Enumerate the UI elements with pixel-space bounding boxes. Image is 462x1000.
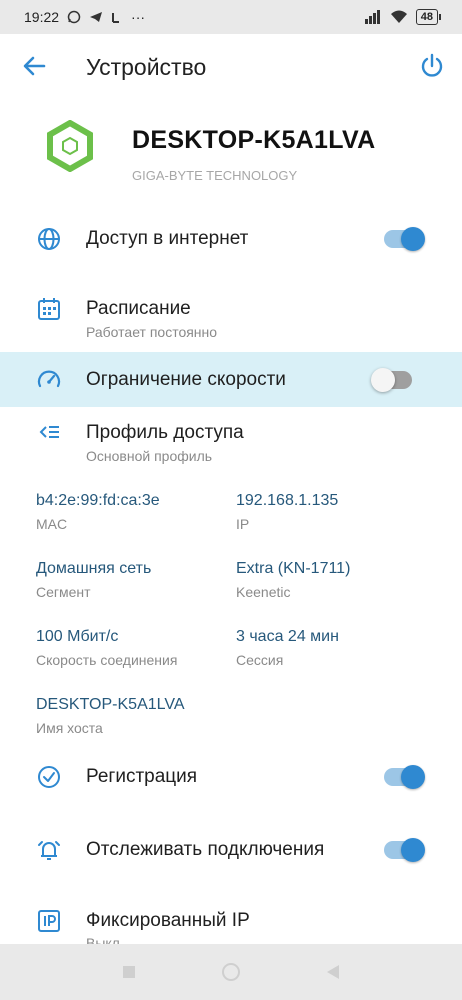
telegram-icon [90, 12, 103, 22]
info-session: 3 часа 24 мин Сессия [236, 628, 339, 668]
status-bar: 19:22 ··· 48 [0, 0, 462, 34]
speed-limit-toggle[interactable] [371, 368, 412, 392]
fixed-ip-status: Выкл. [86, 935, 124, 944]
device-name: DESKTOP-K5A1LVA [132, 126, 376, 154]
power-icon[interactable] [416, 50, 448, 82]
ip-caption: IP [236, 516, 250, 532]
info-keenetic: Extra (KN-1711) Keenetic [236, 560, 350, 600]
internet-access-toggle[interactable] [384, 227, 425, 251]
info-mac: b4:2e:99:fd:ca:3e MAC [36, 492, 160, 532]
battery-indicator: 48 [415, 9, 442, 25]
back-button[interactable] [321, 960, 345, 984]
wifi-icon [390, 10, 407, 23]
segment-caption: Сегмент [36, 584, 91, 600]
speed-limit-row[interactable]: Ограничение скорости [0, 352, 462, 407]
track-connections-toggle[interactable] [384, 838, 425, 862]
speedometer-icon [37, 370, 61, 388]
info-segment: Домашняя сеть Сегмент [36, 560, 151, 600]
hostname-value: DESKTOP-K5A1LVA [36, 696, 185, 713]
internet-access-row[interactable]: Доступ в интернет [0, 214, 462, 264]
session-caption: Сессия [236, 652, 284, 668]
segment-value: Домашняя сеть [36, 560, 152, 577]
internet-access-label: Доступ в интернет [86, 228, 249, 249]
fixed-ip-label: Фиксированный IP [86, 910, 250, 931]
registration-row[interactable]: Регистрация [0, 752, 462, 802]
status-time: 19:22 [24, 9, 60, 25]
alarm-bell-icon [38, 841, 60, 860]
link-speed-caption: Скорость соединения [36, 652, 178, 668]
calendar-icon [38, 298, 60, 320]
registration-label: Регистрация [86, 766, 198, 787]
status-more-dots: ··· [131, 9, 146, 25]
access-profile-row[interactable]: Профиль доступа Основной профиль [0, 410, 462, 470]
circle-icon [222, 963, 240, 981]
mac-value: b4:2e:99:fd:ca:3e [36, 492, 160, 509]
ip-value: 192.168.1.135 [236, 492, 339, 509]
check-circle-icon [38, 766, 60, 788]
track-connections-row[interactable]: Отслеживать подключения [0, 825, 462, 875]
speed-limit-label: Ограничение скорости [86, 369, 286, 390]
mac-caption: MAC [36, 516, 68, 532]
device-vendor: GIGA-BYTE TECHNOLOGY [132, 168, 298, 183]
info-speed: 100 Мбит/с Скорость соединения [36, 628, 177, 668]
registration-toggle[interactable] [384, 765, 425, 789]
track-connections-label: Отслеживать подключения [86, 839, 325, 860]
link-speed-value: 100 Мбит/с [36, 628, 119, 645]
device-hexagon-icon [47, 120, 93, 172]
globe-icon [38, 228, 60, 250]
missed-call-icon [112, 13, 120, 23]
info-hostname: DESKTOP-K5A1LVA Имя хоста [36, 696, 185, 736]
page-title: Устройство [86, 54, 207, 80]
square-icon [123, 966, 135, 978]
access-profile-icon [39, 426, 59, 438]
info-ip: 192.168.1.135 IP [236, 492, 338, 532]
whatsapp-icon [67, 10, 81, 24]
schedule-label: Расписание [86, 298, 191, 319]
keenetic-caption: Keenetic [236, 584, 291, 600]
system-nav-bar [0, 944, 462, 1000]
access-profile-label: Профиль доступа [86, 422, 244, 443]
ip-icon [38, 910, 60, 932]
app-bar: Устройство [0, 34, 462, 100]
triangle-back-icon [327, 965, 339, 979]
schedule-status: Работает постоянно [86, 324, 218, 340]
recents-button[interactable] [117, 960, 141, 984]
home-button[interactable] [219, 960, 243, 984]
session-value: 3 часа 24 мин [236, 628, 339, 645]
fixed-ip-row[interactable]: Фиксированный IP Выкл. [0, 898, 462, 944]
keenetic-value: Extra (KN-1711) [236, 560, 351, 577]
schedule-row[interactable]: Расписание Работает постоянно [0, 286, 462, 346]
back-arrow-icon[interactable] [18, 50, 50, 82]
hostname-caption: Имя хоста [36, 720, 103, 736]
access-profile-value: Основной профиль [86, 448, 213, 464]
signal-icon [364, 10, 380, 24]
